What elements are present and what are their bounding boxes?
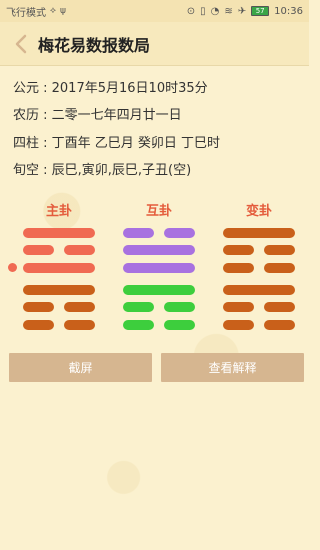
- hexagram-line: [123, 285, 195, 295]
- wifi-icon: ≋: [224, 5, 233, 17]
- hexagram-line: [123, 245, 195, 255]
- hexagram-line: [23, 245, 95, 255]
- battery-icon: 57: [251, 6, 270, 16]
- hexagram-line: [223, 320, 295, 330]
- screenshot-button[interactable]: 截屏: [9, 353, 152, 382]
- hexagram-line: [223, 285, 295, 295]
- mutual-hexagram-title: 互卦: [145, 204, 172, 219]
- hexagram-line: [223, 245, 295, 255]
- vibrate-icon: ▯: [200, 5, 206, 17]
- airplane-mode-label: 飞行模式: [6, 7, 46, 19]
- main-hexagram-title: 主卦: [45, 204, 72, 219]
- hexagram-line: [223, 302, 295, 312]
- void-branches: 旬空 : 辰巳,寅卯,辰巳,子丑(空): [13, 163, 192, 178]
- hexagram-line: [23, 263, 95, 273]
- hexagram-line: [123, 263, 195, 273]
- page-title: 梅花易数报数局: [38, 35, 151, 55]
- app-header: 梅花易数报数局: [0, 22, 309, 66]
- hexagram-line: [123, 302, 195, 312]
- hexagram-line: [23, 320, 95, 330]
- gregorian-date: 公元 : 2017年5月16日10时35分: [13, 81, 208, 96]
- lunar-date: 农历 : 二零一七年四月廿一日: [13, 108, 182, 123]
- view-explanation-button[interactable]: 查看解释: [161, 353, 304, 382]
- hexagram-line: [223, 263, 295, 273]
- usb-icon: ψ: [59, 6, 66, 16]
- airplane-icon: ✈: [237, 5, 247, 17]
- back-button[interactable]: [6, 22, 36, 66]
- hexagram-line: [123, 228, 195, 238]
- moving-line-marker: [8, 263, 17, 272]
- location-icon: ⊙: [186, 5, 196, 17]
- status-bar: 飞行模式 ⟡ ψ ⊙ ▯ ◔ ≋ ✈ 57 10:36: [0, 0, 309, 22]
- hexagram-line: [223, 228, 295, 238]
- four-pillars: 四柱 : 丁酉年 乙巳月 癸卯日 丁巳时: [13, 136, 221, 151]
- changed-hexagram-title: 变卦: [245, 204, 272, 219]
- hexagram-line: [23, 285, 95, 295]
- alarm-icon: ◔: [210, 5, 220, 17]
- sim-icon: ⟡: [50, 6, 56, 16]
- hexagram-line: [23, 302, 95, 312]
- clock: 10:36: [274, 5, 303, 17]
- chevron-left-icon: [15, 34, 27, 53]
- hexagram-line: [123, 320, 195, 330]
- hexagram-line: [23, 228, 95, 238]
